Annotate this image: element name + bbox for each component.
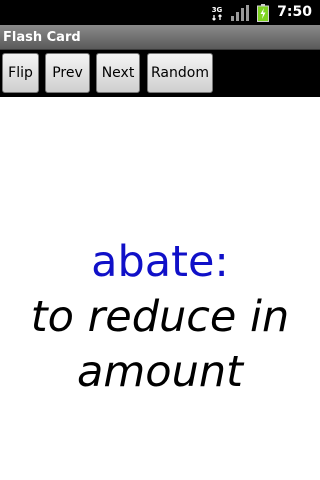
card-definition: to reduce in amount xyxy=(30,292,290,397)
signal-strength-icon xyxy=(231,4,250,21)
status-clock: 7:50 xyxy=(277,4,312,20)
status-icons: 3G 7:50 xyxy=(211,0,312,25)
prev-button[interactable]: Prev xyxy=(45,53,90,93)
svg-text:3G: 3G xyxy=(212,6,223,14)
random-button[interactable]: Random xyxy=(147,53,213,93)
network-3g-icon: 3G xyxy=(212,6,223,21)
status-bar: 3G 7:50 xyxy=(0,0,320,25)
battery-charging-icon xyxy=(257,3,270,22)
next-button[interactable]: Next xyxy=(96,53,140,93)
card-text: abate: to reduce in amount xyxy=(0,235,320,400)
card-term: abate: xyxy=(91,237,229,287)
flip-button[interactable]: Flip xyxy=(2,53,39,93)
title-bar: Flash Card xyxy=(0,25,320,50)
flash-card[interactable]: abate: to reduce in amount xyxy=(0,97,320,480)
toolbar: Flip Prev Next Random xyxy=(0,50,320,97)
app-title: Flash Card xyxy=(3,30,81,45)
